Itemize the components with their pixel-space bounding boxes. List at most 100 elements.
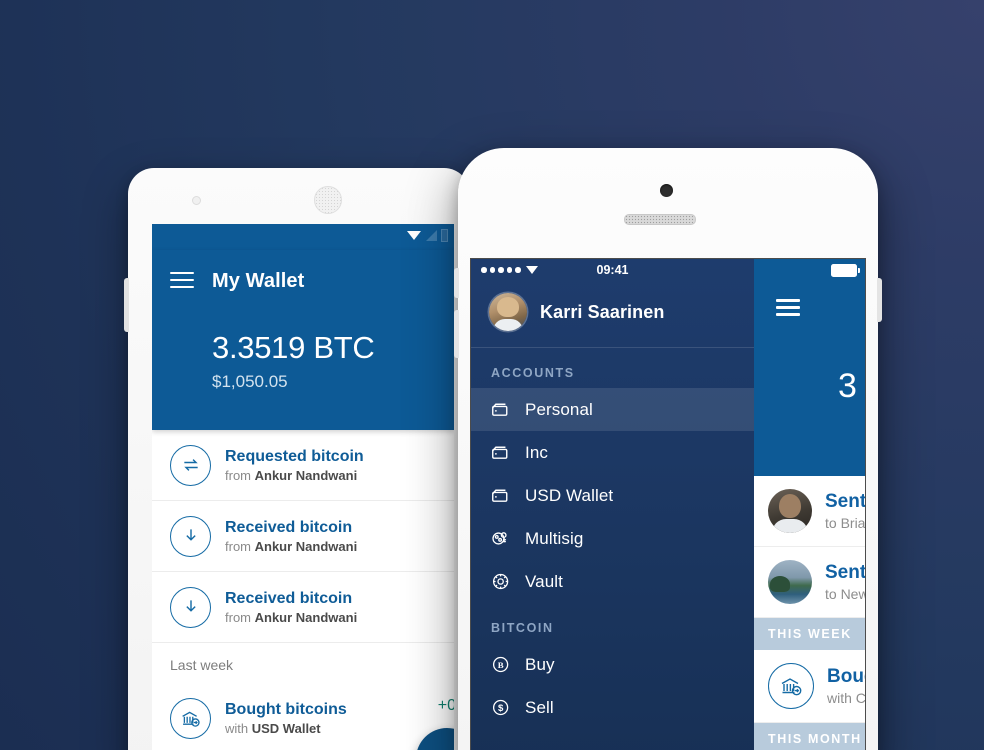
wallet-icon xyxy=(491,485,517,506)
list-item[interactable]: Sent to New xyxy=(754,547,865,618)
multisig-key-icon xyxy=(491,528,517,549)
transaction-preposition: with xyxy=(225,720,249,736)
table-row[interactable]: Received bitcoin from Ankur Nandwani +0.… xyxy=(152,501,454,572)
transaction-preposition: from xyxy=(225,538,251,554)
android-earpiece-speaker xyxy=(314,186,342,214)
navigation-drawer: 09:41 Karri Saarinen ACCOUNTS Personal I… xyxy=(471,259,754,750)
clock-time: 09:41 xyxy=(596,263,629,277)
vault-icon xyxy=(491,571,517,592)
list-item[interactable]: Boug with C xyxy=(754,650,865,723)
sidebar-item-label: Multisig xyxy=(525,528,584,548)
transaction-title: Received bitcoin xyxy=(225,589,353,607)
list-item[interactable]: Sent to Bria xyxy=(754,476,865,547)
iphone-device: 09:41 Karri Saarinen ACCOUNTS Personal I… xyxy=(454,148,882,750)
transaction-title: Requested bitcoin xyxy=(225,447,364,465)
android-app-bar: My Wallet 3.3519 BTC $1,050.05 xyxy=(152,250,454,430)
drawer-section-accounts-label: ACCOUNTS xyxy=(491,366,575,380)
iphone-screen: 09:41 Karri Saarinen ACCOUNTS Personal I… xyxy=(470,258,866,750)
btc-balance: 3.3519 BTC xyxy=(212,330,375,365)
received-download-icon xyxy=(170,515,211,557)
sidebar-item-label: Vault xyxy=(525,571,563,591)
transaction-subtitle: from Ankur Nandwani xyxy=(225,610,454,625)
svg-text:$: $ xyxy=(498,703,504,714)
dollar-icon: $ xyxy=(491,697,517,718)
android-status-bar xyxy=(152,224,454,250)
ios-status-bar-right xyxy=(754,259,865,281)
transaction-subtitle: to Bria xyxy=(825,515,865,531)
transaction-title: Sent xyxy=(825,562,865,583)
fiat-balance: $1,050.05 xyxy=(212,372,288,391)
sidebar-item-inc[interactable]: Inc xyxy=(471,431,754,474)
btc-balance-partial: 3 xyxy=(838,367,857,405)
contact-man-avatar xyxy=(768,489,812,533)
transaction-subtitle: to New xyxy=(825,586,865,602)
sidebar-item-vault[interactable]: Vault xyxy=(471,560,754,603)
drawer-user-header[interactable]: Karri Saarinen xyxy=(471,281,754,348)
transaction-amount-block: +0.0031 xyxy=(438,697,454,715)
list-section-header: THIS WEEK xyxy=(754,618,865,650)
transaction-title: Sent xyxy=(825,491,865,512)
wallet-icon xyxy=(491,399,517,420)
iphone-volume-buttons[interactable] xyxy=(454,310,459,358)
avatar xyxy=(489,293,527,331)
battery-icon xyxy=(441,229,448,242)
sidebar-item-sell[interactable]: $ Sell xyxy=(471,686,754,729)
transaction-preposition: from xyxy=(225,467,251,483)
wifi-icon xyxy=(407,230,422,241)
sidebar-item-personal[interactable]: Personal xyxy=(471,388,754,431)
transaction-title: Bought bitcoins xyxy=(225,700,347,718)
android-front-sensor xyxy=(192,196,201,205)
bank-buy-icon xyxy=(170,697,211,739)
transaction-party: Ankur Nandwani xyxy=(254,609,358,625)
iphone-front-camera xyxy=(660,184,673,197)
main-content-panel: 3 Sent to Bria Sent to New THIS WEEK Bou… xyxy=(754,259,865,750)
wallet-app-promo-scene: My Wallet 3.3519 BTC $1,050.05 Requested… xyxy=(0,0,984,750)
transaction-party: USD Wallet xyxy=(251,720,321,736)
contact-landscape-avatar xyxy=(768,560,812,604)
wallet-icon xyxy=(491,442,517,463)
battery-icon xyxy=(831,264,860,277)
android-screen: My Wallet 3.3519 BTC $1,050.05 Requested… xyxy=(152,224,454,750)
sidebar-item-buy[interactable]: B Buy xyxy=(471,643,754,686)
hamburger-menu-icon[interactable] xyxy=(776,299,800,316)
transaction-subtitle: from Ankur Nandwani xyxy=(225,539,454,554)
sidebar-item-label: USD Wallet xyxy=(525,485,614,505)
transaction-title: Received bitcoin xyxy=(225,518,353,536)
bank-buy-icon xyxy=(768,663,814,709)
drawer-section-bitcoin-label: BITCOIN xyxy=(491,621,554,635)
received-download-icon xyxy=(170,586,211,628)
iphone-mute-switch[interactable] xyxy=(454,268,459,298)
transaction-subtitle: with C xyxy=(827,690,865,706)
android-phone-device: My Wallet 3.3519 BTC $1,050.05 Requested… xyxy=(124,168,470,750)
svg-text:B: B xyxy=(498,660,504,670)
page-title: My Wallet xyxy=(212,270,305,292)
sidebar-item-usd-wallet[interactable]: USD Wallet xyxy=(471,474,754,517)
table-row[interactable]: Requested bitcoin from Ankur Nandwani +0… xyxy=(152,430,454,501)
android-side-button[interactable] xyxy=(124,278,129,332)
transaction-title: Boug xyxy=(827,666,865,687)
user-name: Karri Saarinen xyxy=(540,301,665,322)
transaction-party: Ankur Nandwani xyxy=(254,538,358,554)
ios-status-bar: 09:41 xyxy=(471,259,754,281)
sidebar-item-label: Personal xyxy=(525,399,593,419)
transaction-preposition: from xyxy=(225,609,251,625)
sidebar-item-label: Inc xyxy=(525,442,548,462)
transaction-subtitle: with USD Wallet xyxy=(225,721,454,736)
table-row[interactable]: Received bitcoin from Ankur Nandwani +0.… xyxy=(152,572,454,643)
request-exchange-icon xyxy=(170,444,211,486)
signal-icon xyxy=(426,230,437,241)
iphone-transaction-list: Sent to Bria Sent to New THIS WEEK Bou w… xyxy=(754,476,865,750)
table-row[interactable]: Bought bitcoins with USD Wallet +0.0031 xyxy=(152,683,454,750)
transaction-party: Ankur Nandwani xyxy=(254,467,358,483)
android-transaction-list: Requested bitcoin from Ankur Nandwani +0… xyxy=(152,430,454,750)
transaction-amount: +0.0031 xyxy=(437,697,454,714)
hamburger-menu-icon[interactable] xyxy=(170,272,194,289)
sidebar-item-label: Sell xyxy=(525,697,554,717)
sidebar-item-multisig[interactable]: Multisig xyxy=(471,517,754,560)
list-section-header: THIS MONTH xyxy=(754,723,865,750)
iphone-power-button[interactable] xyxy=(877,278,882,322)
transaction-subtitle: from Ankur Nandwani xyxy=(225,468,454,483)
list-section-header: Last week xyxy=(152,643,454,683)
iphone-earpiece-speaker xyxy=(624,214,696,225)
bitcoin-icon: B xyxy=(491,654,517,675)
